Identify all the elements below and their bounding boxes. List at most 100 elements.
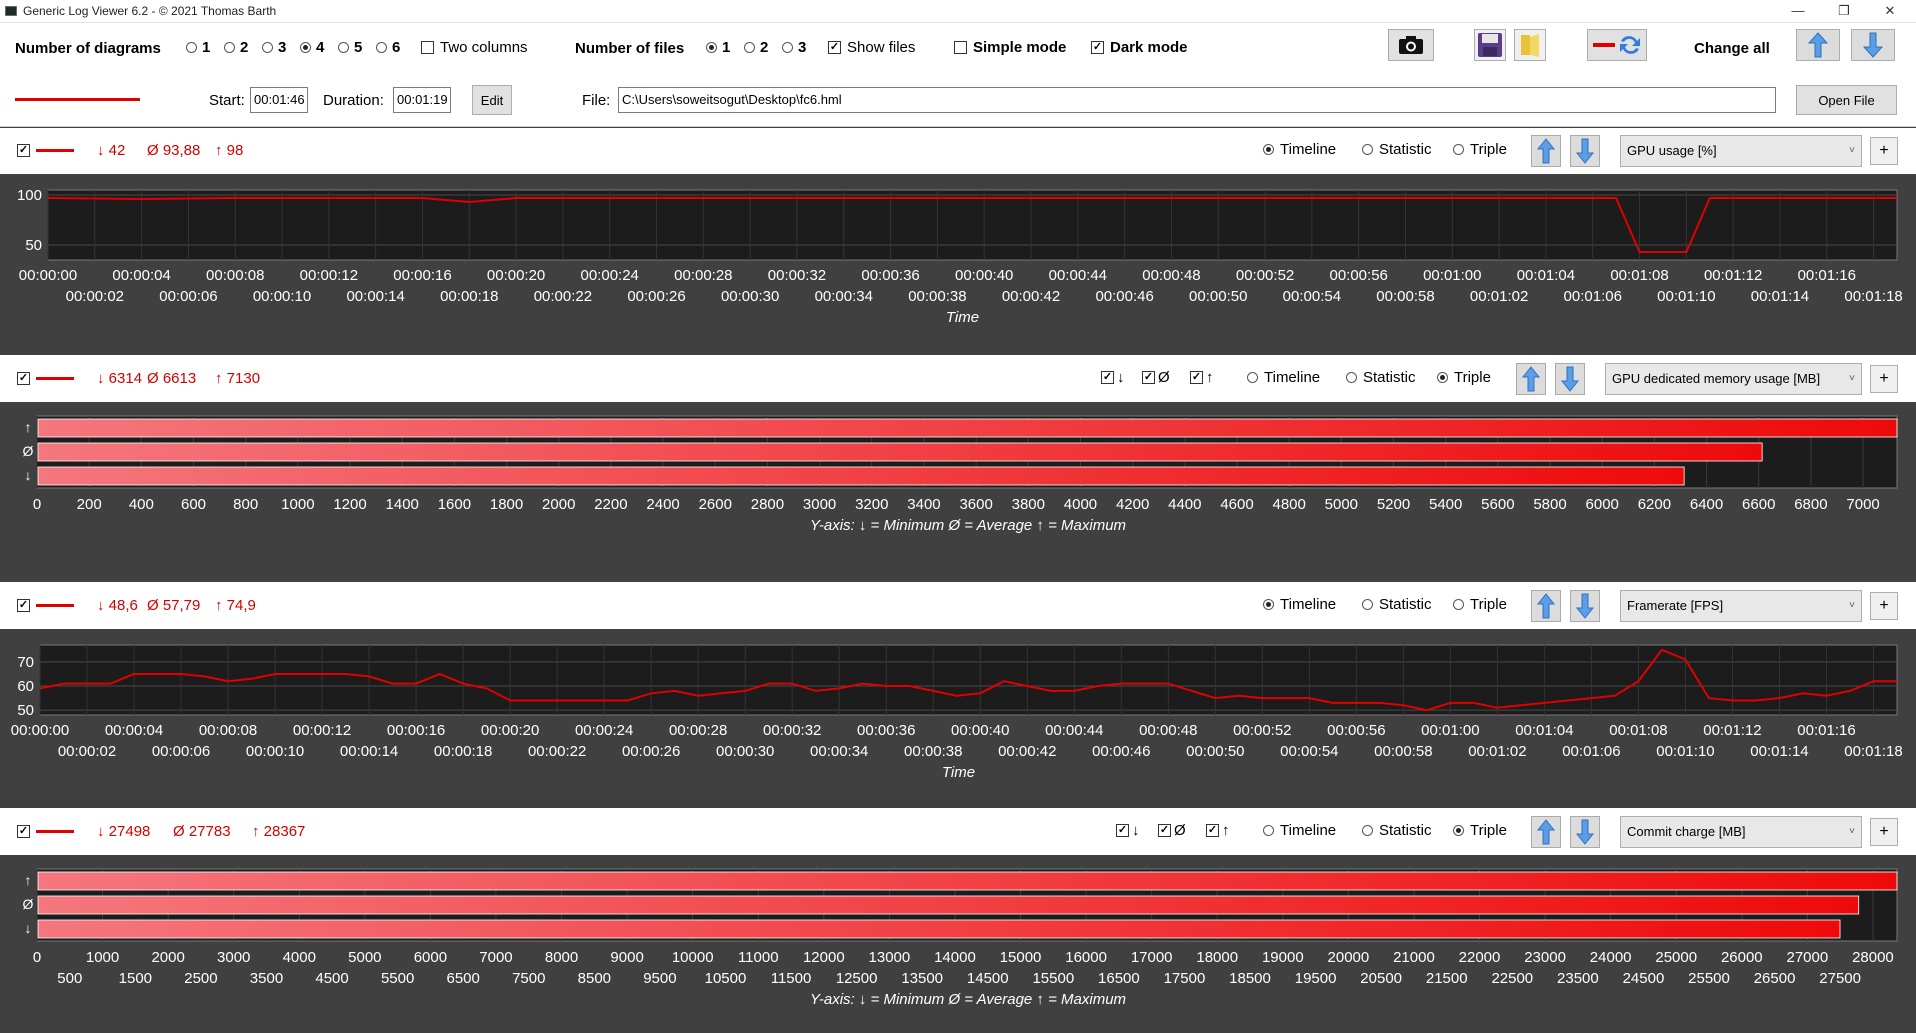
panel-1-mode-triple[interactable]: Triple — [1453, 141, 1507, 158]
panel-1-move-down-button[interactable] — [1570, 135, 1600, 167]
panel-1-line-color[interactable] — [36, 149, 74, 152]
file-count-radio-1[interactable] — [706, 42, 717, 53]
file-line-color-swatch[interactable] — [15, 98, 140, 101]
panel-2-mode-triple[interactable]: Triple — [1437, 369, 1491, 386]
swap-color-button[interactable] — [1587, 29, 1647, 61]
panel-2-line-color[interactable] — [36, 377, 74, 380]
change-all-down-button[interactable] — [1851, 29, 1895, 61]
panel-2-move-up-button[interactable] — [1516, 363, 1546, 395]
panel-4-show-min-checkbox[interactable]: ↓ — [1116, 822, 1140, 839]
show-files-check-box[interactable] — [828, 41, 841, 54]
diagram-count-option-6[interactable]: 6 — [376, 39, 400, 56]
panel-2-show-max-check-box[interactable] — [1190, 371, 1203, 384]
panel-4-mode-statistic[interactable]: Statistic — [1362, 822, 1432, 839]
panel-4-add-button[interactable]: + — [1870, 818, 1898, 846]
panel-2-metric-select[interactable]: GPU dedicated memory usage [MB] ˅ — [1605, 363, 1862, 395]
simple-mode-check-box[interactable] — [954, 41, 967, 54]
panel-1-mode-statistic-radio[interactable] — [1362, 144, 1373, 155]
panel-4-show-avg-check-box[interactable] — [1158, 824, 1171, 837]
panel-2-show-avg-checkbox[interactable]: Ø — [1142, 369, 1170, 386]
panel-4-metric-select[interactable]: Commit charge [MB] ˅ — [1620, 816, 1862, 848]
panel-1-mode-triple-radio[interactable] — [1453, 144, 1464, 155]
diagram-count-radio-1[interactable] — [186, 42, 197, 53]
panel-1-mode-timeline[interactable]: Timeline — [1263, 141, 1336, 158]
file-count-radio-2[interactable] — [744, 42, 755, 53]
panel-4-show-max-checkbox[interactable]: ↑ — [1206, 822, 1230, 839]
open-folder-button[interactable] — [1514, 29, 1546, 61]
panel-3-mode-statistic-radio[interactable] — [1362, 599, 1373, 610]
save-button[interactable] — [1474, 29, 1506, 61]
dark-mode-check-box[interactable] — [1091, 41, 1104, 54]
panel-2-show-max-checkbox[interactable]: ↑ — [1190, 369, 1214, 386]
panel-3-move-down-button[interactable] — [1570, 590, 1600, 622]
edit-button[interactable]: Edit — [472, 85, 512, 115]
panel-1-metric-select[interactable]: GPU usage [%] ˅ — [1620, 135, 1862, 167]
file-count-option-1[interactable]: 1 — [706, 39, 730, 56]
panel-1-visible-checkbox[interactable] — [17, 144, 30, 157]
diagram-count-radio-3[interactable] — [262, 42, 273, 53]
panel-4-show-avg-checkbox[interactable]: Ø — [1158, 822, 1186, 839]
panel-2-mode-timeline[interactable]: Timeline — [1247, 369, 1320, 386]
panel-3-move-up-button[interactable] — [1531, 590, 1561, 622]
diagram-count-option-4[interactable]: 4 — [300, 39, 324, 56]
panel-1-mode-timeline-radio[interactable] — [1263, 144, 1274, 155]
panel-4-show-max-check-box[interactable] — [1206, 824, 1219, 837]
diagram-count-option-1[interactable]: 1 — [186, 39, 210, 56]
diagram-count-option-2[interactable]: 2 — [224, 39, 248, 56]
panel-3-metric-select[interactable]: Framerate [FPS] ˅ — [1620, 590, 1862, 622]
two-columns-checkbox[interactable]: Two columns — [421, 39, 528, 56]
start-input[interactable]: 00:01:46 — [250, 87, 308, 113]
panel-4-move-down-button[interactable] — [1570, 816, 1600, 848]
panel-3-add-button[interactable]: + — [1870, 592, 1898, 620]
minimize-button[interactable]: — — [1775, 0, 1821, 22]
file-count-option-2[interactable]: 2 — [744, 39, 768, 56]
close-button[interactable]: ✕ — [1867, 0, 1913, 22]
diagram-count-radio-4[interactable] — [300, 42, 311, 53]
panel-1-mode-statistic[interactable]: Statistic — [1362, 141, 1432, 158]
diagram-count-radio-6[interactable] — [376, 42, 387, 53]
panel-3-line-color[interactable] — [36, 604, 74, 607]
diagram-count-radio-5[interactable] — [338, 42, 349, 53]
file-count-radio-3[interactable] — [782, 42, 793, 53]
panel-4-mode-triple[interactable]: Triple — [1453, 822, 1507, 839]
screenshot-button[interactable] — [1388, 29, 1434, 61]
panel-1-add-button[interactable]: + — [1870, 137, 1898, 165]
panel-2-show-min-check-box[interactable] — [1101, 371, 1114, 384]
panel-4-mode-triple-radio[interactable] — [1453, 825, 1464, 836]
panel-4-mode-timeline-radio[interactable] — [1263, 825, 1274, 836]
panel-2-show-avg-check-box[interactable] — [1142, 371, 1155, 384]
panel-3-mode-timeline[interactable]: Timeline — [1263, 596, 1336, 613]
panel-3-mode-triple-radio[interactable] — [1453, 599, 1464, 610]
panel-3-visible-checkbox[interactable] — [17, 599, 30, 612]
panel-2-mode-timeline-radio[interactable] — [1247, 372, 1258, 383]
maximize-button[interactable]: ❐ — [1821, 0, 1867, 22]
panel-2-mode-statistic[interactable]: Statistic — [1346, 369, 1416, 386]
panel-2-show-min-checkbox[interactable]: ↓ — [1101, 369, 1125, 386]
file-path-input[interactable]: C:\Users\soweitsogut\Desktop\fc6.hml — [618, 87, 1776, 113]
panel-2-add-button[interactable]: + — [1870, 365, 1898, 393]
panel-4-visible-checkbox[interactable] — [17, 825, 30, 838]
dark-mode-checkbox[interactable]: Dark mode — [1091, 39, 1188, 56]
panel-3-mode-triple[interactable]: Triple — [1453, 596, 1507, 613]
open-file-button[interactable]: Open File — [1796, 85, 1897, 115]
duration-input[interactable]: 00:01:19 — [393, 87, 451, 113]
panel-4-mode-timeline[interactable]: Timeline — [1263, 822, 1336, 839]
two-columns-check-box[interactable] — [421, 41, 434, 54]
panel-3-mode-timeline-radio[interactable] — [1263, 599, 1274, 610]
panel-1-move-up-button[interactable] — [1531, 135, 1561, 167]
panel-2-move-down-button[interactable] — [1555, 363, 1585, 395]
show-files-checkbox[interactable]: Show files — [828, 39, 915, 56]
diagram-count-option-5[interactable]: 5 — [338, 39, 362, 56]
panel-4-move-up-button[interactable] — [1531, 816, 1561, 848]
panel-3-mode-statistic[interactable]: Statistic — [1362, 596, 1432, 613]
panel-4-mode-statistic-radio[interactable] — [1362, 825, 1373, 836]
diagram-count-option-3[interactable]: 3 — [262, 39, 286, 56]
file-count-option-3[interactable]: 3 — [782, 39, 806, 56]
panel-2-mode-triple-radio[interactable] — [1437, 372, 1448, 383]
panel-2-mode-statistic-radio[interactable] — [1346, 372, 1357, 383]
panel-4-show-min-check-box[interactable] — [1116, 824, 1129, 837]
panel-4-line-color[interactable] — [36, 830, 74, 833]
panel-2-visible-checkbox[interactable] — [17, 372, 30, 385]
diagram-count-radio-2[interactable] — [224, 42, 235, 53]
simple-mode-checkbox[interactable]: Simple mode — [954, 39, 1066, 56]
